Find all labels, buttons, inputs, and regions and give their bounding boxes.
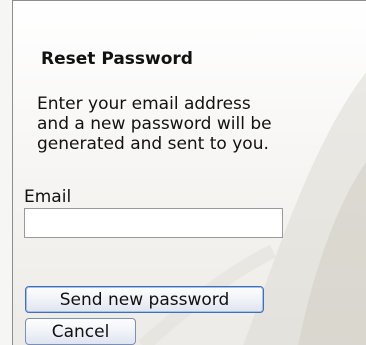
instructions-text: Enter your email address and a new passw… (37, 94, 272, 154)
cancel-button[interactable]: Cancel (25, 318, 136, 345)
page-title: Reset Password (41, 49, 193, 69)
email-field[interactable] (24, 208, 283, 238)
email-label: Email (24, 187, 72, 207)
window-frame: Reset Password Enter your email address … (0, 0, 366, 345)
send-new-password-button[interactable]: Send new password (25, 286, 264, 313)
